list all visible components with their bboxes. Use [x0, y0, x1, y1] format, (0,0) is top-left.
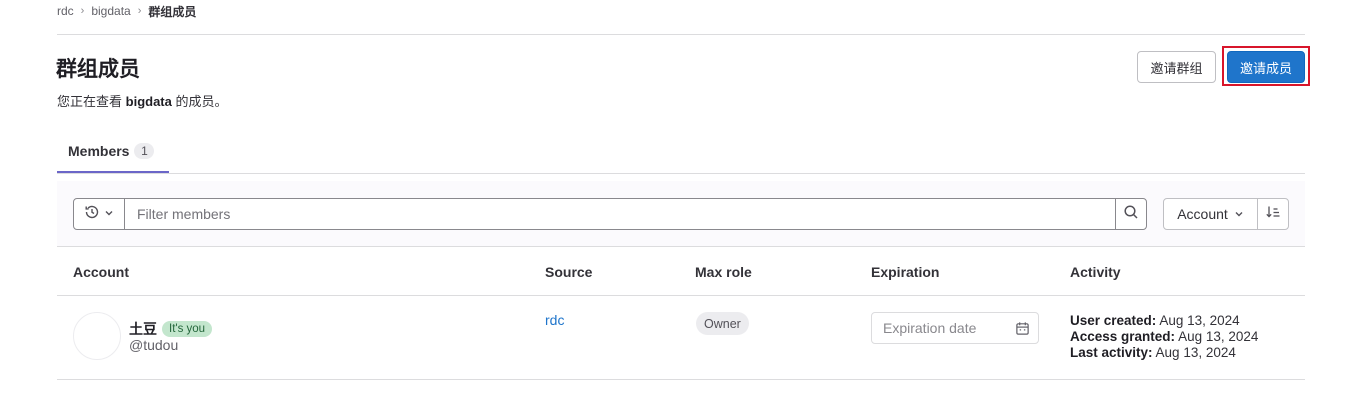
column-header-account: Account [73, 264, 129, 280]
member-name-link[interactable]: 土豆 [129, 319, 157, 339]
chevron-down-icon [104, 205, 114, 223]
column-header-activity: Activity [1070, 264, 1121, 280]
activity-last-activity-label: Last activity: [1070, 345, 1153, 360]
tab-members[interactable]: Members 1 [57, 128, 169, 173]
source-link[interactable]: rdc [545, 312, 564, 328]
filter-search-group [73, 198, 1147, 230]
its-you-badge: It's you [162, 321, 213, 337]
table-row-divider [57, 379, 1305, 380]
activity-last-activity: Last activity: Aug 13, 2024 [1070, 345, 1258, 361]
search-button[interactable] [1115, 199, 1146, 229]
activity-user-created-value: Aug 13, 2024 [1159, 313, 1240, 328]
tab-members-label: Members [68, 142, 130, 159]
invite-member-button[interactable]: 邀请成员 [1227, 51, 1305, 83]
activity-info: User created: Aug 13, 2024 Access grante… [1070, 313, 1258, 361]
breadcrumb-chevron-icon: › [137, 5, 142, 17]
breadcrumb-item-current[interactable]: 群组成员 [148, 3, 196, 20]
header-divider [57, 34, 1305, 35]
page-description-suffix: 的成员。 [175, 94, 228, 109]
table-header-divider [57, 295, 1305, 296]
calendar-icon [1015, 321, 1030, 339]
invite-group-button[interactable]: 邀请群组 [1137, 51, 1216, 83]
activity-user-created-label: User created: [1070, 313, 1157, 328]
chevron-down-icon [1234, 206, 1244, 222]
member-username: @tudou [129, 337, 179, 353]
sort-by-dropdown[interactable]: Account [1164, 199, 1258, 229]
filter-bar: Account [57, 181, 1305, 247]
filter-members-input[interactable] [125, 199, 1115, 229]
tabs-divider [57, 173, 1305, 174]
recent-searches-button[interactable] [74, 199, 125, 229]
column-header-source: Source [545, 264, 593, 280]
activity-access-granted: Access granted: Aug 13, 2024 [1070, 329, 1258, 345]
page-title: 群组成员 [56, 58, 140, 81]
tab-members-count-badge: 1 [134, 142, 155, 159]
sort-by-label: Account [1177, 206, 1228, 222]
sort-control: Account [1163, 198, 1289, 230]
member-name-block: 土豆 It's you [129, 319, 213, 339]
max-role-badge: Owner [696, 312, 749, 335]
breadcrumb: rdc › bigdata › 群组成员 [57, 3, 196, 19]
breadcrumb-item-bigdata[interactable]: bigdata [91, 4, 130, 18]
sort-lowest-icon [1265, 204, 1281, 225]
expiration-date-picker[interactable]: Expiration date [871, 312, 1039, 344]
breadcrumb-item-rdc[interactable]: rdc [57, 4, 74, 18]
sort-direction-button[interactable] [1258, 199, 1288, 229]
history-icon [84, 204, 100, 225]
page-description: 您正在查看 bigdata 的成员。 [57, 91, 228, 110]
search-icon [1123, 204, 1139, 225]
breadcrumb-chevron-icon: › [80, 5, 85, 17]
activity-user-created: User created: Aug 13, 2024 [1070, 313, 1258, 329]
avatar[interactable] [73, 312, 121, 360]
activity-access-granted-label: Access granted: [1070, 329, 1176, 344]
expiration-date-placeholder: Expiration date [883, 320, 977, 336]
activity-access-granted-value: Aug 13, 2024 [1178, 329, 1259, 344]
page-description-group: bigdata [125, 94, 172, 109]
column-header-expiration: Expiration [871, 264, 940, 280]
activity-last-activity-value: Aug 13, 2024 [1155, 345, 1236, 360]
column-header-max-role: Max role [695, 264, 752, 280]
page-description-prefix: 您正在查看 [57, 94, 123, 109]
